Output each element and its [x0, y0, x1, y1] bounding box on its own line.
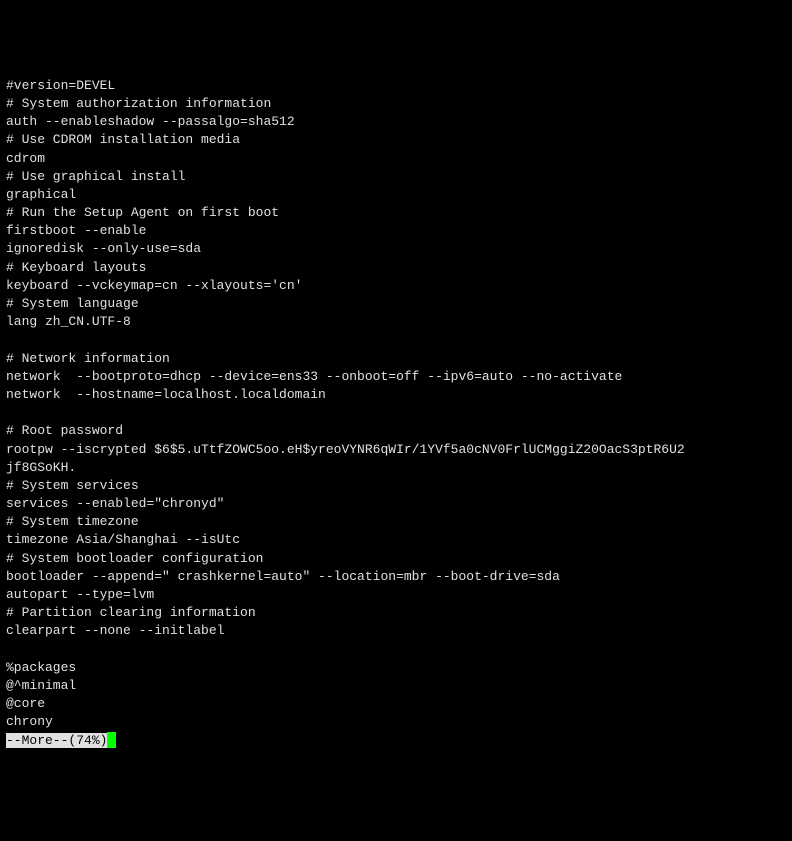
config-line: rootpw --iscrypted $6$5.uTtfZOWC5oo.eH$y… [6, 441, 786, 459]
config-line: chrony [6, 713, 786, 731]
config-line: # System services [6, 477, 786, 495]
config-line: # System language [6, 295, 786, 313]
config-line: # Partition clearing information [6, 604, 786, 622]
config-line: clearpart --none --initlabel [6, 622, 786, 640]
more-prompt[interactable]: --More--(74%) [6, 733, 107, 748]
more-prompt-line[interactable]: --More--(74%) [6, 732, 786, 750]
terminal-output: #version=DEVEL# System authorization inf… [6, 77, 786, 750]
config-line: auth --enableshadow --passalgo=sha512 [6, 113, 786, 131]
config-line: # System authorization information [6, 95, 786, 113]
config-line: # Use CDROM installation media [6, 131, 786, 149]
config-line: %packages [6, 659, 786, 677]
config-line: # System timezone [6, 513, 786, 531]
config-line: bootloader --append=" crashkernel=auto" … [6, 568, 786, 586]
config-line: autopart --type=lvm [6, 586, 786, 604]
cursor-icon [107, 732, 116, 748]
config-line: cdrom [6, 150, 786, 168]
config-line: network --bootproto=dhcp --device=ens33 … [6, 368, 786, 386]
config-line: firstboot --enable [6, 222, 786, 240]
config-line [6, 641, 786, 659]
config-line: # Keyboard layouts [6, 259, 786, 277]
config-line: #version=DEVEL [6, 77, 786, 95]
config-line: # Network information [6, 350, 786, 368]
config-line: # Root password [6, 422, 786, 440]
config-line: @^minimal [6, 677, 786, 695]
config-line: @core [6, 695, 786, 713]
config-line: # Use graphical install [6, 168, 786, 186]
config-line: graphical [6, 186, 786, 204]
config-line: jf8GSoKH. [6, 459, 786, 477]
config-line: # Run the Setup Agent on first boot [6, 204, 786, 222]
config-line [6, 404, 786, 422]
config-line: timezone Asia/Shanghai --isUtc [6, 531, 786, 549]
config-line [6, 331, 786, 349]
config-line: lang zh_CN.UTF-8 [6, 313, 786, 331]
config-line: # System bootloader configuration [6, 550, 786, 568]
config-line: network --hostname=localhost.localdomain [6, 386, 786, 404]
config-line: ignoredisk --only-use=sda [6, 240, 786, 258]
config-line: services --enabled="chronyd" [6, 495, 786, 513]
config-line: keyboard --vckeymap=cn --xlayouts='cn' [6, 277, 786, 295]
